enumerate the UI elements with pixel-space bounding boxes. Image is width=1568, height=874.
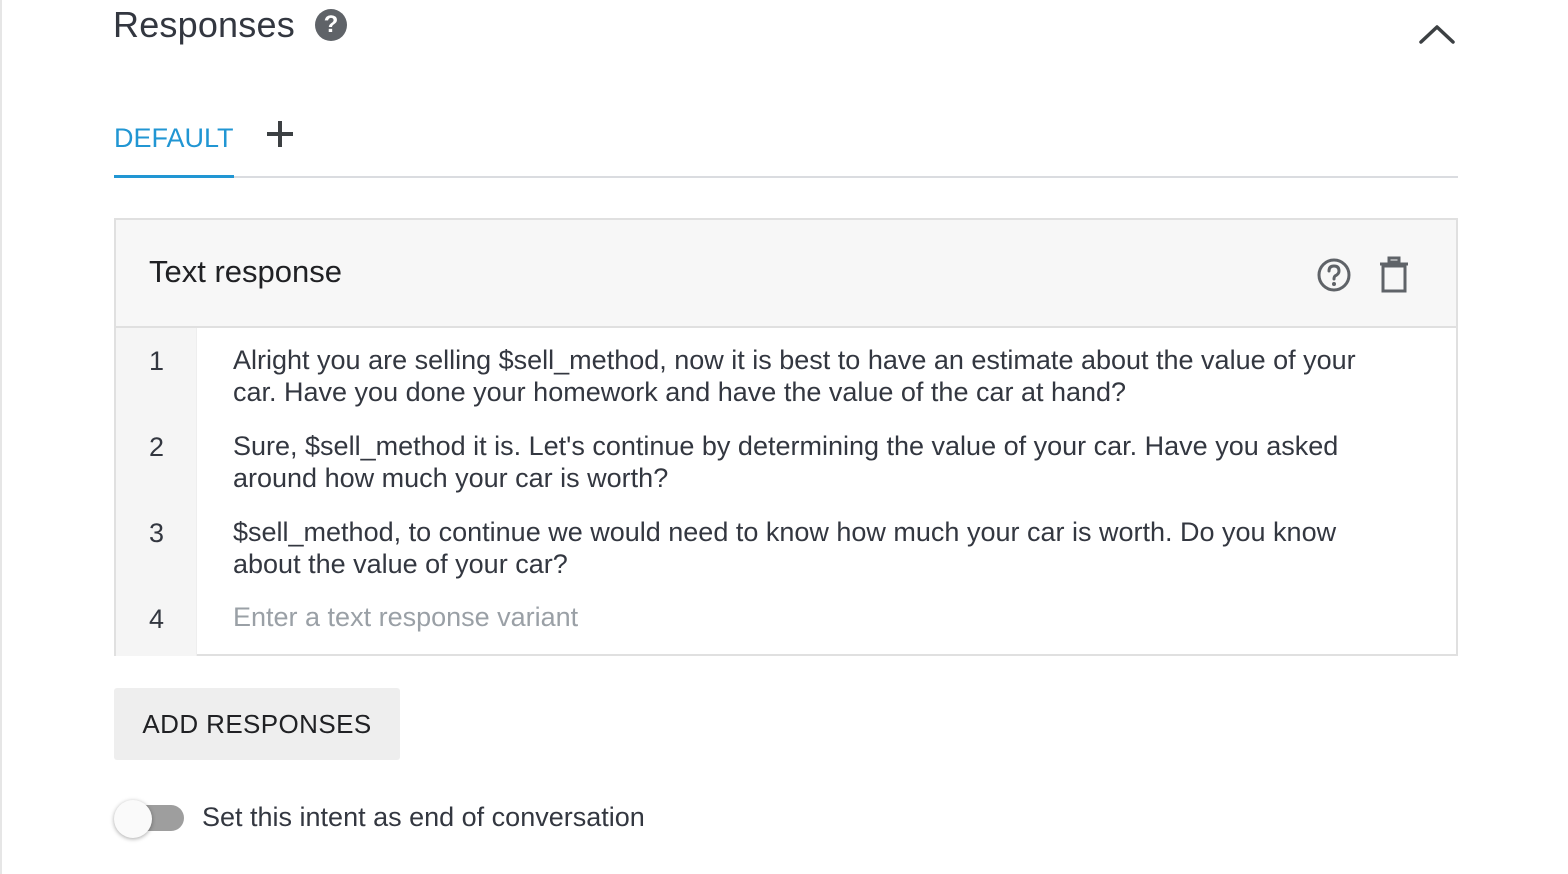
tab-default[interactable]: DEFAULT bbox=[114, 110, 234, 178]
card-title: Text response bbox=[149, 254, 342, 289]
row-number: 3 bbox=[149, 518, 165, 548]
chevron-up-icon[interactable] bbox=[1416, 16, 1458, 50]
plus-icon[interactable] bbox=[264, 116, 296, 152]
new-response-input[interactable] bbox=[233, 602, 1373, 633]
line-number-gutter: 1 2 3 4 bbox=[116, 328, 197, 656]
row-number: 2 bbox=[149, 432, 165, 462]
response-variant[interactable]: Sure, $sell_method it is. Let's continue… bbox=[233, 430, 1373, 494]
tab-active-indicator bbox=[114, 175, 234, 178]
response-rows: 1 2 3 4 Alright you are selling $sell_me… bbox=[116, 328, 1456, 656]
toggle-knob bbox=[114, 800, 152, 838]
response-variant[interactable]: $sell_method, to continue we would need … bbox=[233, 516, 1373, 580]
response-tabs: DEFAULT bbox=[114, 110, 1458, 178]
response-lines: Alright you are selling $sell_method, no… bbox=[197, 328, 1456, 656]
question-circle-outline-icon[interactable] bbox=[1316, 257, 1352, 293]
add-responses-button[interactable]: ADD RESPONSES bbox=[114, 688, 400, 760]
tab-default-label: DEFAULT bbox=[114, 123, 234, 153]
responses-section: Responses ? DEFAULT Text response 1 2 3 … bbox=[0, 0, 1568, 874]
text-response-card: Text response 1 2 3 4 Alright you are se… bbox=[114, 218, 1458, 656]
end-conversation-toggle[interactable] bbox=[114, 800, 186, 838]
row-number: 4 bbox=[149, 604, 165, 634]
section-header: Responses ? bbox=[113, 0, 347, 50]
row-number: 1 bbox=[149, 346, 165, 376]
trash-icon[interactable] bbox=[1378, 256, 1410, 294]
response-variant[interactable]: Alright you are selling $sell_method, no… bbox=[233, 344, 1373, 408]
card-header: Text response bbox=[116, 220, 1456, 328]
end-conversation-label: Set this intent as end of conversation bbox=[202, 802, 645, 832]
question-circle-icon[interactable]: ? bbox=[314, 9, 347, 41]
section-title: Responses bbox=[113, 4, 295, 45]
